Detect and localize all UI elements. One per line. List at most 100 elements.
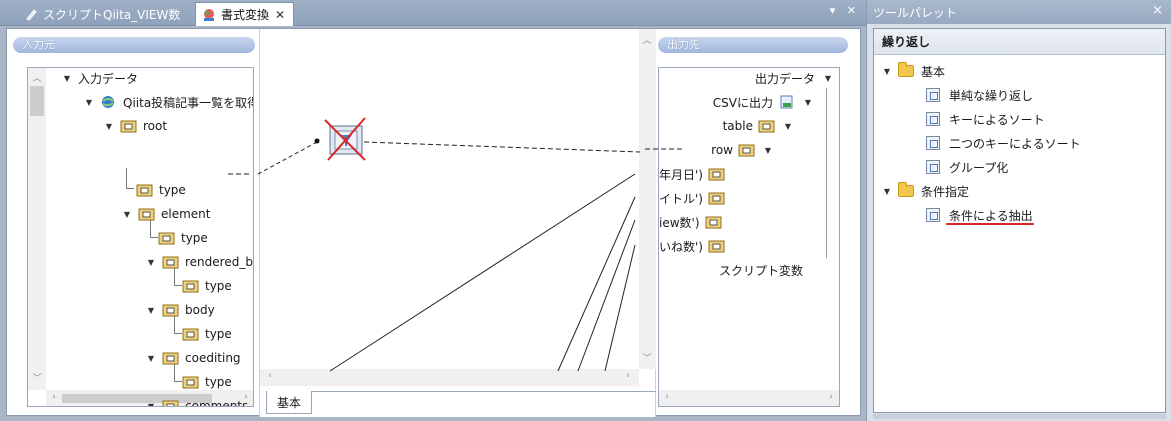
tree-label: table (722, 119, 753, 133)
filter-tool-icon (926, 208, 940, 222)
tool-palette-title-bar: ツールパレット (867, 0, 1171, 24)
folder-icon (898, 62, 914, 77)
output-target-header: 出力先 (658, 37, 848, 53)
palette-item-simple-repeat[interactable]: 単純な繰り返し (926, 85, 1033, 105)
tree-item-script-variables[interactable]: スクリプト変数 (719, 261, 803, 279)
tree-label: rendered_bo (185, 255, 254, 269)
canvas-tab-basic[interactable]: 基本 (266, 391, 312, 414)
tree-label: 年月日') (659, 167, 703, 182)
canvas-horizontal-scrollbar[interactable]: ‹ › (260, 369, 639, 386)
output-horizontal-scrollbar[interactable]: ‹ › (659, 390, 839, 406)
scroll-down-icon[interactable]: ﹀ (641, 351, 653, 364)
scroll-left-icon[interactable]: ‹ (48, 392, 60, 402)
chevron-down-icon[interactable]: ▼ (146, 305, 156, 315)
tab-script-qiita-view[interactable]: スクリプトQiita_VIEW数 (18, 2, 188, 26)
editor-area: スクリプトQiita_VIEW数 書式変換 ✕ ▾ ✕ 入力元 ︿ ﹀ ‹ › … (0, 0, 866, 421)
chevron-down-icon[interactable]: ▼ (62, 73, 72, 83)
chevron-down-icon[interactable]: ▼ (803, 97, 813, 107)
tree-item-input-data[interactable]: ▼ 入力データ (62, 69, 138, 87)
leaf-icon (136, 183, 154, 197)
globe-icon (100, 95, 118, 109)
chevron-down-icon[interactable]: ▼ (146, 353, 156, 363)
palette-section-repeat[interactable]: 繰り返し (874, 29, 1165, 55)
palette-item-label: 二つのキーによるソート (949, 136, 1081, 151)
tree-item-coediting[interactable]: ▼ coediting (146, 349, 241, 367)
close-palette-icon[interactable]: × (1152, 3, 1163, 18)
chevron-down-icon[interactable]: ▼ (122, 209, 132, 219)
palette-item-label: 単純な繰り返し (949, 88, 1034, 103)
tree-item-csv-output[interactable]: CSVに出力 ▼ (713, 93, 813, 111)
tab-label: 書式変換 (221, 8, 270, 22)
repeat-tool-icon (926, 88, 940, 102)
tree-item-root[interactable]: ▼ root (104, 117, 167, 135)
tree-item-table[interactable]: table ▼ (723, 117, 793, 135)
palette-item-conditional-extract[interactable]: 条件による抽出 (926, 205, 1033, 225)
scroll-left-icon[interactable]: ‹ (661, 392, 673, 402)
canvas-vertical-scrollbar[interactable]: ︿ ﹀ (639, 29, 656, 369)
chevron-down-icon[interactable]: ▼ (84, 97, 94, 107)
script-icon (24, 7, 38, 21)
tab-format-conversion[interactable]: 書式変換 ✕ (195, 2, 295, 26)
node-icon (162, 399, 180, 406)
tree-label: CSVに出力 (712, 95, 773, 110)
chevron-down-icon[interactable]: ▼ (882, 186, 892, 196)
tree-item-qiita-articles[interactable]: ▼ Qiita投稿記事一覧を取得 (84, 93, 253, 111)
folder-icon (898, 182, 914, 197)
palette-group-condition[interactable]: ▼ 条件指定 (882, 181, 969, 201)
highlight-underline (946, 223, 1034, 225)
sort-tool-icon (926, 112, 940, 126)
scroll-thumb[interactable] (30, 86, 44, 116)
node-icon (738, 143, 756, 157)
tree-item-type[interactable]: type (158, 229, 208, 247)
chevron-down-icon[interactable]: ▼ (882, 66, 892, 76)
tree-item-type[interactable]: type (182, 373, 232, 391)
palette-item-grouping[interactable]: グループ化 (926, 157, 1008, 177)
input-vertical-scrollbar[interactable]: ︿ ﹀ (28, 68, 46, 390)
tab-menu-controls[interactable]: ▾ ✕ (830, 4, 860, 17)
mapping-canvas[interactable]: ︿ ﹀ ‹ › 基本 (259, 29, 656, 417)
tree-item-type[interactable]: type (136, 181, 186, 199)
tree-item-likes-count[interactable]: いね数') (659, 237, 731, 255)
leaf-icon (182, 279, 200, 293)
palette-group-label: 基本 (921, 64, 946, 79)
chevron-down-icon[interactable]: ▼ (763, 145, 773, 155)
scroll-down-icon[interactable]: ﹀ (31, 371, 43, 384)
palette-group-basic[interactable]: ▼ 基本 (882, 61, 945, 81)
tree-item-rendered-body[interactable]: ▼ rendered_bo (146, 253, 254, 271)
input-tree-panel[interactable]: ︿ ﹀ ‹ › ▼ 入力データ ▼ Qiita投稿記事一覧を取得 ▼ root … (27, 67, 254, 407)
tree-label: type (159, 183, 186, 197)
palette-resize-grip[interactable] (873, 414, 1166, 419)
tree-item-view-count[interactable]: iew数') (659, 213, 728, 231)
scroll-up-icon[interactable]: ︿ (641, 33, 653, 46)
palette-item-two-key-sort[interactable]: 二つのキーによるソート (926, 133, 1081, 153)
tree-label: element (161, 207, 211, 221)
tree-item-type[interactable]: type (182, 277, 232, 295)
tree-item-title[interactable]: イトル') (659, 189, 731, 207)
tree-item-date[interactable]: 年月日') (659, 165, 731, 183)
scroll-up-icon[interactable]: ︿ (31, 71, 43, 84)
chevron-down-icon[interactable]: ▼ (146, 257, 156, 267)
leaf-icon (182, 327, 200, 341)
chevron-down-icon[interactable]: ▼ (783, 121, 793, 131)
close-tab-icon[interactable]: ✕ (275, 8, 285, 22)
format-conversion-icon (202, 8, 216, 22)
chevron-down-icon[interactable]: ▼ (823, 73, 833, 83)
chevron-down-icon[interactable]: ▼ (146, 401, 156, 407)
tree-label: type (205, 327, 232, 341)
palette-item-key-sort[interactable]: キーによるソート (926, 109, 1045, 129)
tree-item-output-data[interactable]: 出力データ ▼ (755, 69, 833, 87)
tree-item-element[interactable]: ▼ element (122, 205, 211, 223)
tree-label: coediting (185, 351, 241, 365)
tree-item-body[interactable]: ▼ body (146, 301, 215, 319)
chevron-down-icon[interactable]: ▼ (104, 121, 114, 131)
node-icon (138, 207, 156, 221)
tree-item-comments[interactable]: ▼ comments_c (146, 397, 253, 407)
scroll-left-icon[interactable]: ‹ (264, 371, 276, 381)
output-tree-panel[interactable]: ‹ › 出力データ ▼ CSVに出力 ▼ table ▼ row ▼ 年月日')… (658, 67, 840, 407)
leaf-icon (708, 191, 726, 205)
canvas-tab-divider (312, 391, 656, 392)
tree-item-type[interactable]: type (182, 325, 232, 343)
tree-item-row[interactable]: row ▼ (711, 141, 773, 159)
scroll-right-icon[interactable]: › (622, 371, 634, 381)
scroll-right-icon[interactable]: › (825, 392, 837, 402)
